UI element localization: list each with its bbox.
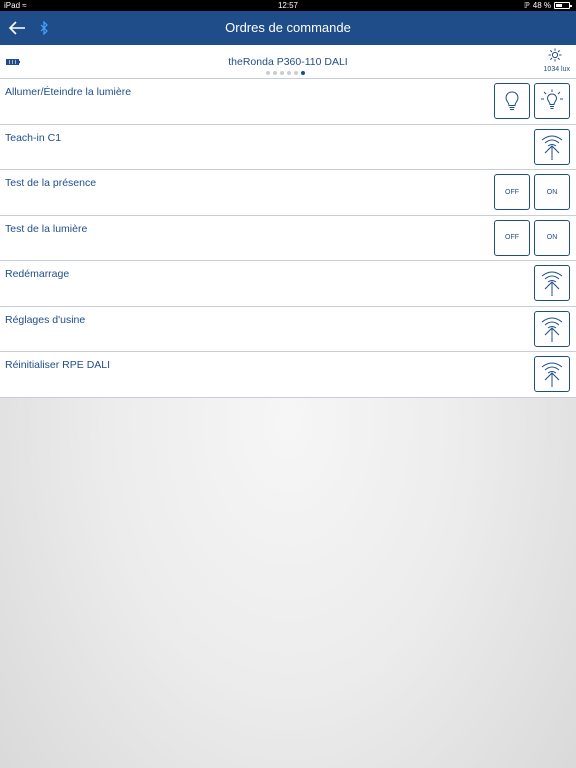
send-signal-icon: [541, 135, 563, 160]
page-dot[interactable]: [273, 71, 277, 75]
lux-value: 1034 lux: [543, 66, 570, 73]
battery-status-icon: [554, 2, 572, 9]
presence-test-off-button[interactable]: OFF: [494, 174, 530, 210]
nav-bar: Ordres de commande: [0, 11, 576, 45]
device-name: theRonda P360-110 DALI: [228, 56, 348, 68]
command-row-light-toggle: Allumer/Éteindre la lumière: [0, 79, 576, 125]
send-teach-in-button[interactable]: [534, 128, 570, 165]
status-time: 12:57: [277, 1, 299, 10]
command-row-light-test: Test de la lumière OFF ON: [0, 215, 576, 261]
status-right: ℙ 48 %: [524, 0, 572, 11]
command-label: Test de la lumière: [5, 222, 88, 235]
page-title: Ordres de commande: [225, 20, 351, 35]
light-test-on-button[interactable]: ON: [534, 219, 570, 256]
bulb-on-icon: [541, 89, 563, 109]
send-signal-icon: [541, 362, 563, 387]
send-factory-reset-button[interactable]: [534, 310, 570, 347]
presence-test-on-button[interactable]: ON: [534, 174, 570, 210]
page-indicator[interactable]: [266, 71, 305, 75]
bluetooth-icon[interactable]: [39, 21, 49, 35]
send-restart-button[interactable]: [534, 265, 570, 301]
page-dot[interactable]: [301, 71, 305, 75]
send-signal-icon: [541, 317, 563, 342]
command-label: Teach-in C1: [5, 131, 62, 144]
status-bar: iPad ≈ 12:57 ℙ 48 %: [0, 0, 576, 11]
bulb-off-icon: [505, 91, 519, 110]
sun-icon: [548, 48, 562, 62]
bluetooth-status-icon: ℙ: [524, 1, 530, 10]
light-test-off-button[interactable]: OFF: [494, 219, 530, 256]
send-signal-icon: [541, 271, 563, 296]
back-arrow-icon[interactable]: [8, 20, 26, 36]
page-dot[interactable]: [287, 71, 291, 75]
command-row-teach-in: Teach-in C1: [0, 124, 576, 170]
page-dot[interactable]: [280, 71, 284, 75]
page-dot[interactable]: [266, 71, 270, 75]
command-label: Réinitialiser RPE DALI: [5, 359, 111, 371]
command-label: Réglages d'usine: [5, 313, 86, 326]
command-row-presence-test: Test de la présence OFF ON: [0, 170, 576, 216]
command-row-reset-rpe-dali: Réinitialiser RPE DALI: [0, 352, 576, 398]
light-on-button[interactable]: [534, 83, 570, 119]
command-label: Redémarrage: [5, 268, 70, 280]
page-dot[interactable]: [294, 71, 298, 75]
command-label: Test de la présence: [5, 177, 97, 189]
command-row-restart: Redémarrage: [0, 261, 576, 307]
light-off-button[interactable]: [494, 83, 530, 119]
command-label: Allumer/Éteindre la lumière: [5, 86, 132, 98]
battery-percent: 48 %: [532, 1, 551, 10]
send-reset-rpe-dali-button[interactable]: [534, 356, 570, 392]
command-row-factory-reset: Réglages d'usine: [0, 306, 576, 352]
command-list: Allumer/Éteindre la lumière Teach-in C1 …: [0, 79, 576, 398]
